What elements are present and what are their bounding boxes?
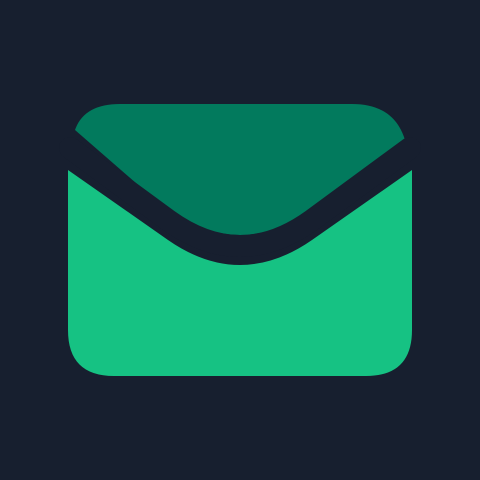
app-icon-canvas [0,0,480,480]
mail-envelope-icon [0,0,480,480]
